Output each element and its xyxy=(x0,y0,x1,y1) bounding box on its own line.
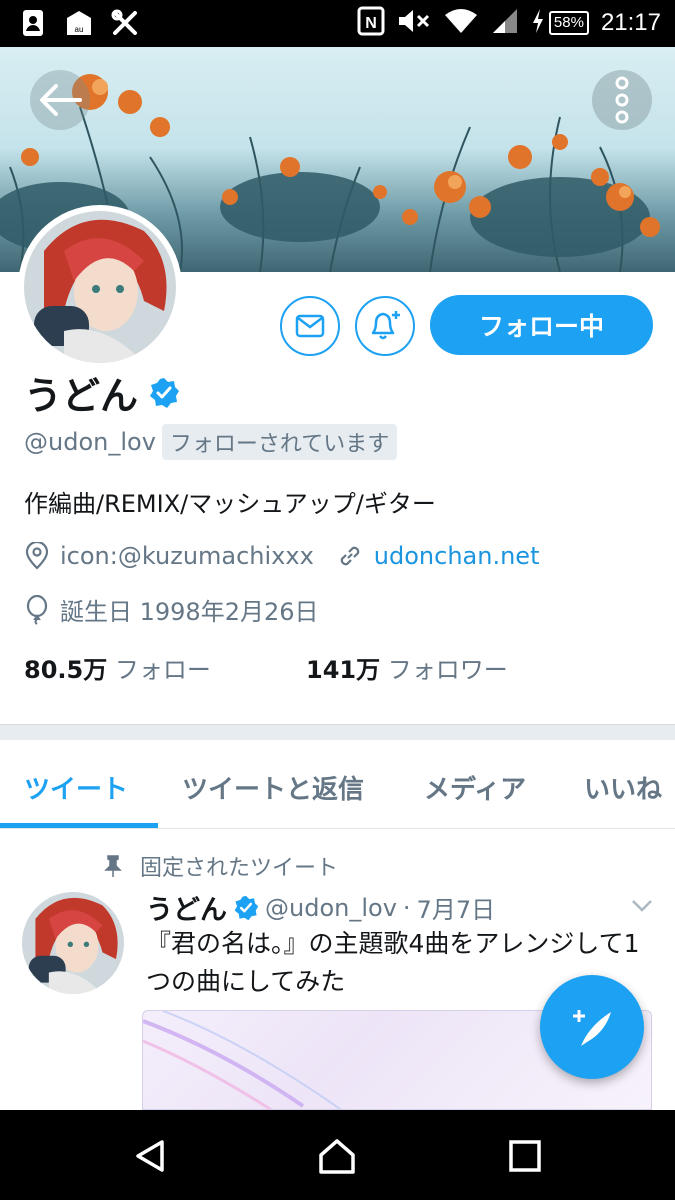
followers-count: 141万 xyxy=(306,656,381,684)
link-icon xyxy=(340,546,360,566)
tweet-author-handle: @udon_lov xyxy=(265,893,397,922)
following-stat[interactable]: 80.5万 フォロー xyxy=(24,650,306,685)
more-options-button[interactable] xyxy=(592,70,652,130)
section-divider xyxy=(0,724,675,740)
tweet-avatar-image xyxy=(22,892,124,994)
clock: 21:17 xyxy=(600,9,661,36)
nav-home-button[interactable] xyxy=(317,1136,357,1176)
nav-recents-button[interactable] xyxy=(505,1136,545,1176)
charging-icon xyxy=(531,8,545,38)
tab-tweets-and-replies[interactable]: ツイートと返信 xyxy=(182,769,364,806)
arrow-left-icon xyxy=(40,84,82,116)
profile-website-link[interactable]: udonchan.net xyxy=(374,542,540,570)
tab-tweets[interactable]: ツイート xyxy=(24,769,128,806)
tab-likes[interactable]: いいね xyxy=(584,769,662,806)
profile-tabs: ツイート ツイートと返信 メディア いいね xyxy=(0,741,675,829)
tab-media[interactable]: メディア xyxy=(424,769,526,806)
verified-badge-icon xyxy=(234,895,259,920)
signal-icon xyxy=(491,7,519,39)
svg-text:au: au xyxy=(75,25,84,34)
profile-avatar[interactable] xyxy=(18,205,182,369)
compose-tweet-button[interactable] xyxy=(540,975,644,1079)
mute-icon xyxy=(397,7,431,39)
nfc-icon: N xyxy=(357,6,385,40)
pinned-tweet-label: 固定されたツイート xyxy=(140,856,339,881)
followers-stat[interactable]: 141万 フォロワー xyxy=(306,650,508,685)
battery-level: 58% xyxy=(548,11,589,35)
bell-plus-icon xyxy=(371,311,400,340)
profile-bio: 作編曲/REMIX/マッシュアップ/ギター xyxy=(24,490,436,518)
tweet-date: 7月7日 xyxy=(416,896,496,924)
svg-text:N: N xyxy=(365,15,377,32)
wifi-icon xyxy=(443,7,479,39)
following-button[interactable]: フォロー中 xyxy=(430,295,653,355)
chevron-down-icon xyxy=(632,900,652,912)
au-mail-icon: au xyxy=(64,8,94,38)
profile-location: icon:@kuzumachixxx xyxy=(60,542,314,570)
triangle-back-icon xyxy=(136,1140,164,1172)
contact-card-icon xyxy=(18,8,48,38)
tweet-avatar[interactable] xyxy=(22,892,124,994)
back-button[interactable] xyxy=(30,70,90,130)
tools-icon xyxy=(110,8,140,38)
following-count: 80.5万 xyxy=(24,656,108,684)
avatar-image xyxy=(24,211,176,363)
tweet-separator: · xyxy=(402,893,411,922)
more-vertical-icon xyxy=(615,76,629,124)
display-name: うどん xyxy=(24,374,139,418)
square-recents-icon xyxy=(509,1140,541,1172)
profile-birthday: 誕生日 1998年2月26日 xyxy=(60,598,319,626)
balloon-icon xyxy=(26,594,48,625)
pin-icon xyxy=(104,855,122,877)
following-label: フォロー xyxy=(114,656,211,684)
home-icon xyxy=(319,1139,355,1174)
active-tab-indicator xyxy=(0,823,158,828)
tweet-menu-button[interactable] xyxy=(630,898,654,918)
system-nav-bar xyxy=(0,1110,675,1200)
compose-feather-icon xyxy=(573,1010,611,1046)
status-bar: au N 58% 21:17 xyxy=(0,0,675,47)
verified-badge-icon xyxy=(150,377,180,408)
followers-label: フォロワー xyxy=(387,656,508,684)
tweet-author-name[interactable]: うどん xyxy=(146,888,227,927)
envelope-icon xyxy=(295,314,325,338)
message-button[interactable] xyxy=(280,296,340,356)
notifications-button[interactable] xyxy=(355,296,415,356)
user-handle: @udon_lov xyxy=(24,428,156,456)
nav-back-button[interactable] xyxy=(130,1136,170,1176)
follows-you-badge: フォローされています xyxy=(161,424,398,460)
location-pin-icon xyxy=(25,542,49,570)
